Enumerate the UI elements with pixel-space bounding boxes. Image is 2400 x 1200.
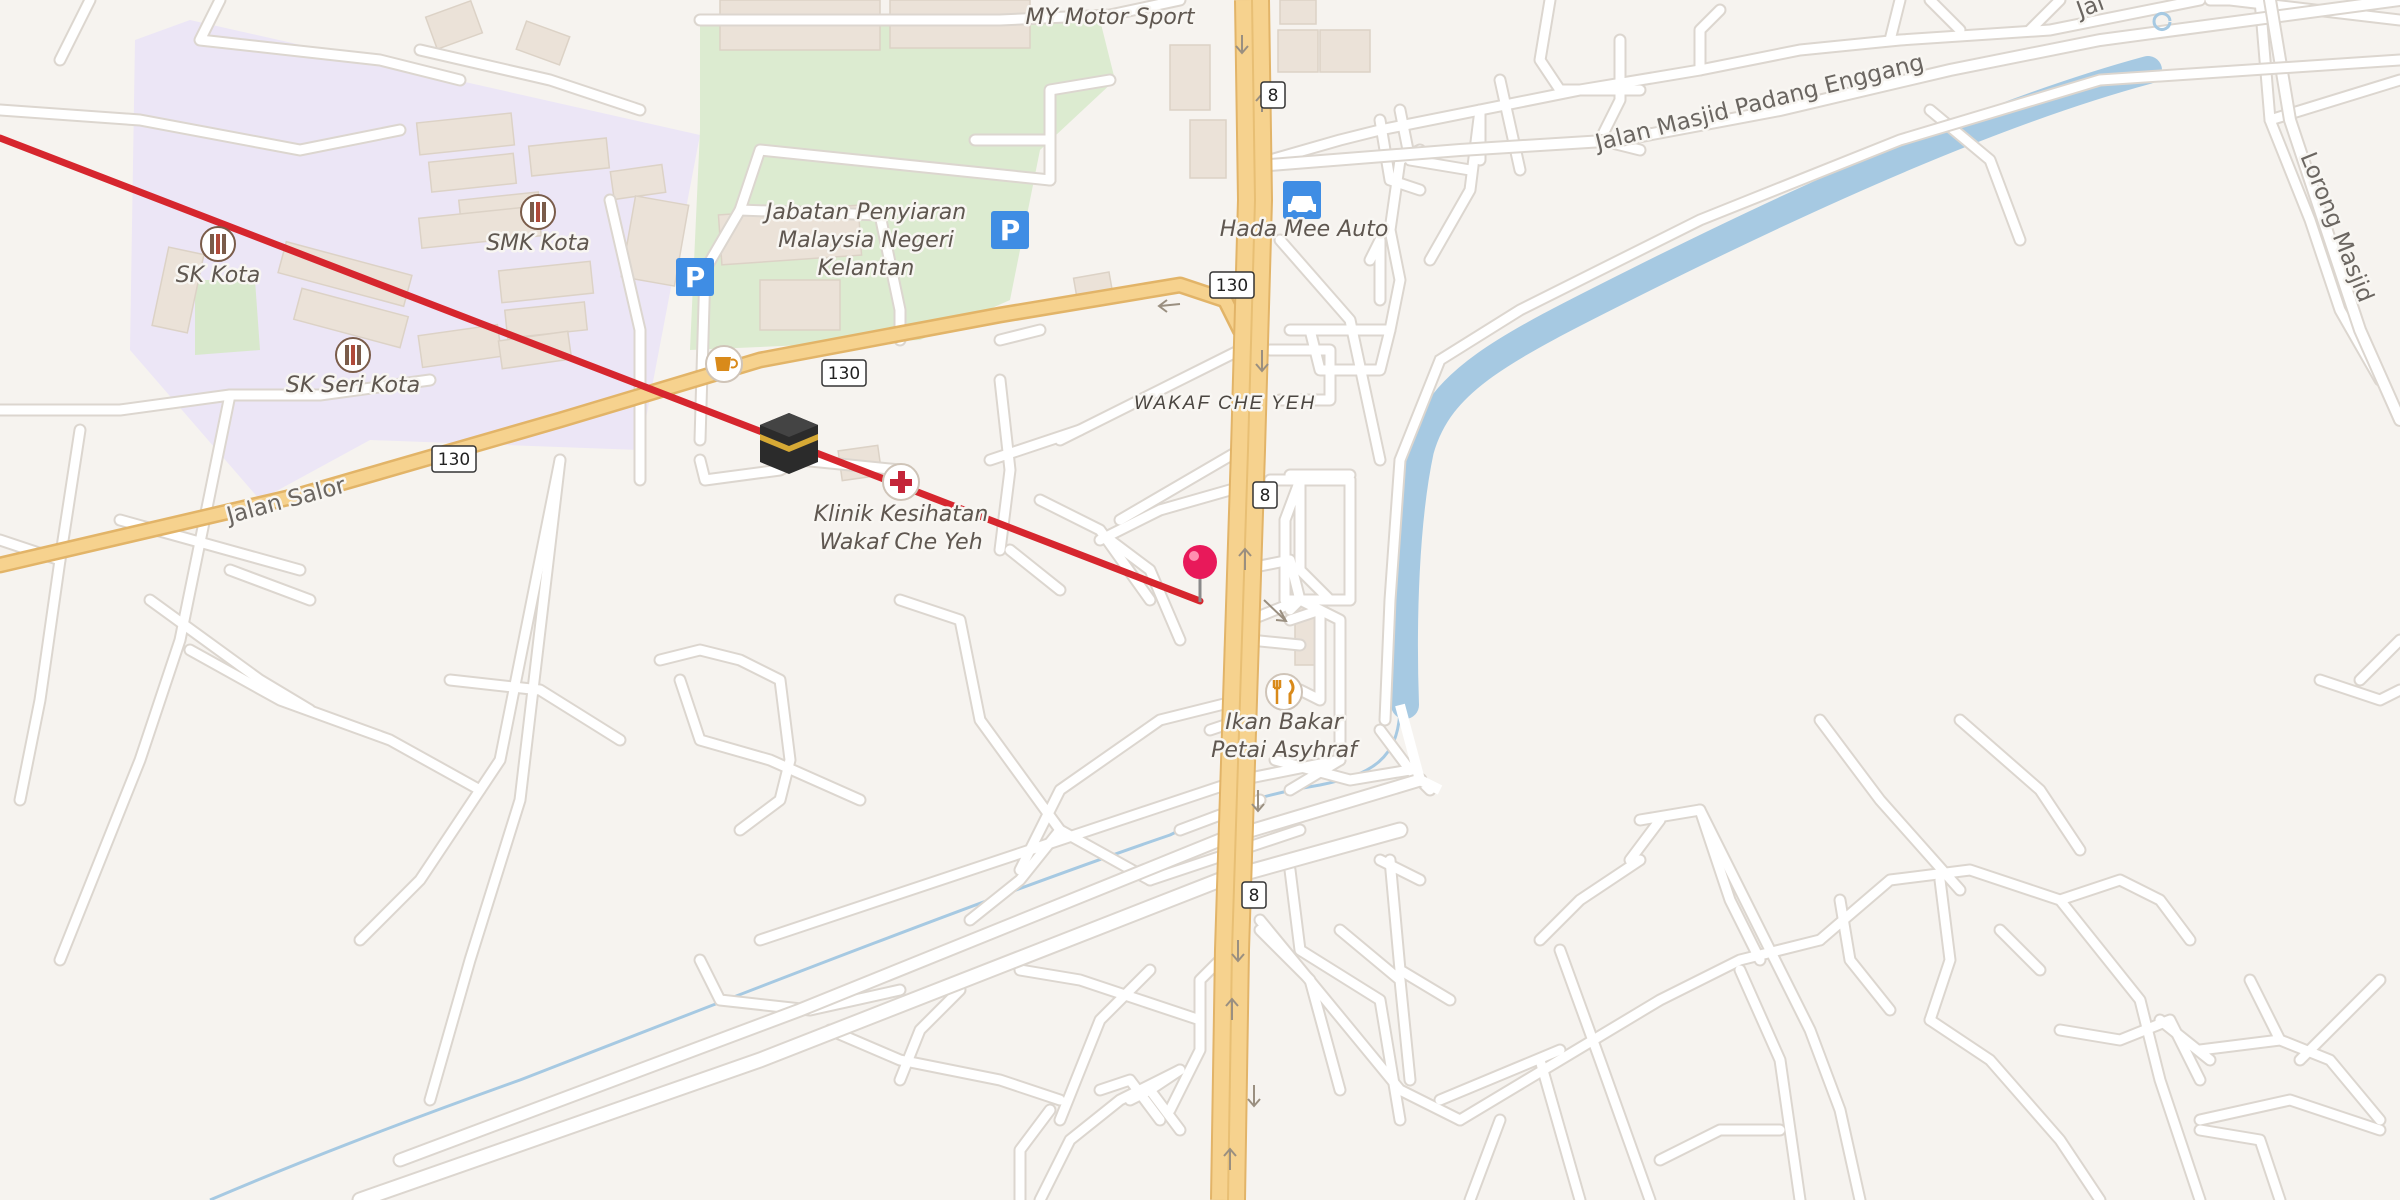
district-label: WAKAF CHE YEH — [1134, 393, 1316, 414]
jabatan-label-line-1: Jabatan Penyiaran — [762, 200, 966, 225]
route-8-shield-1: 8 — [1260, 81, 1286, 109]
parking-label: P — [1000, 214, 1021, 247]
ikan-bakar-label-line-2: Petai Asyhraf — [1211, 738, 1360, 763]
sk-seri-kota-label: SK Seri Kota — [286, 373, 420, 398]
klinik-label-line-2: Wakaf Che Yeh — [819, 530, 982, 555]
route-130-shield-1: 130 — [431, 445, 477, 473]
school-icon[interactable] — [335, 337, 371, 373]
route-130-label-3: 130 — [1216, 276, 1248, 296]
route-8-label-3: 8 — [1249, 886, 1260, 906]
route-8-shield-2: 8 — [1252, 481, 1278, 509]
route-8-label-1: 8 — [1268, 86, 1279, 106]
route-130-shield-2: 130 — [821, 359, 867, 387]
route-8-label-2: 8 — [1260, 486, 1271, 506]
car-icon[interactable] — [1283, 181, 1321, 219]
kaaba-icon[interactable] — [760, 413, 818, 474]
restaurant-icon[interactable] — [1265, 673, 1303, 711]
parking-label: P — [685, 261, 706, 294]
route-130-label-2: 130 — [828, 364, 860, 384]
route-130-label-1: 130 — [438, 450, 470, 470]
klinik-label-line-1: Klinik Kesihatan — [814, 502, 989, 527]
sk-kota-label: SK Kota — [176, 263, 261, 288]
my-motor-sport-label: MY Motor Sport — [1025, 5, 1195, 30]
school-icon[interactable] — [200, 226, 236, 262]
parking-icon[interactable]: P — [991, 211, 1029, 249]
school-field — [195, 280, 260, 355]
hada-mee-auto-label: Hada Mee Auto — [1220, 217, 1389, 242]
cafe-icon[interactable] — [705, 345, 743, 383]
ikan-bakar-label-line-1: Ikan Bakar — [1225, 710, 1344, 735]
route-8-shield-3: 8 — [1241, 881, 1267, 909]
route-130-shield-3: 130 — [1209, 271, 1255, 299]
school-icon[interactable] — [520, 194, 556, 230]
map-canvas[interactable]: 130 130 130 8 8 8 Jalan Salor Jalan Masj… — [0, 0, 2400, 1200]
parking-icon[interactable]: P — [676, 258, 714, 296]
jabatan-label-line-2: Malaysia Negeri — [778, 228, 954, 253]
smk-kota-label: SMK Kota — [486, 231, 590, 256]
jabatan-label-line-3: Kelantan — [818, 256, 915, 281]
clinic-cross-icon[interactable] — [882, 463, 920, 501]
